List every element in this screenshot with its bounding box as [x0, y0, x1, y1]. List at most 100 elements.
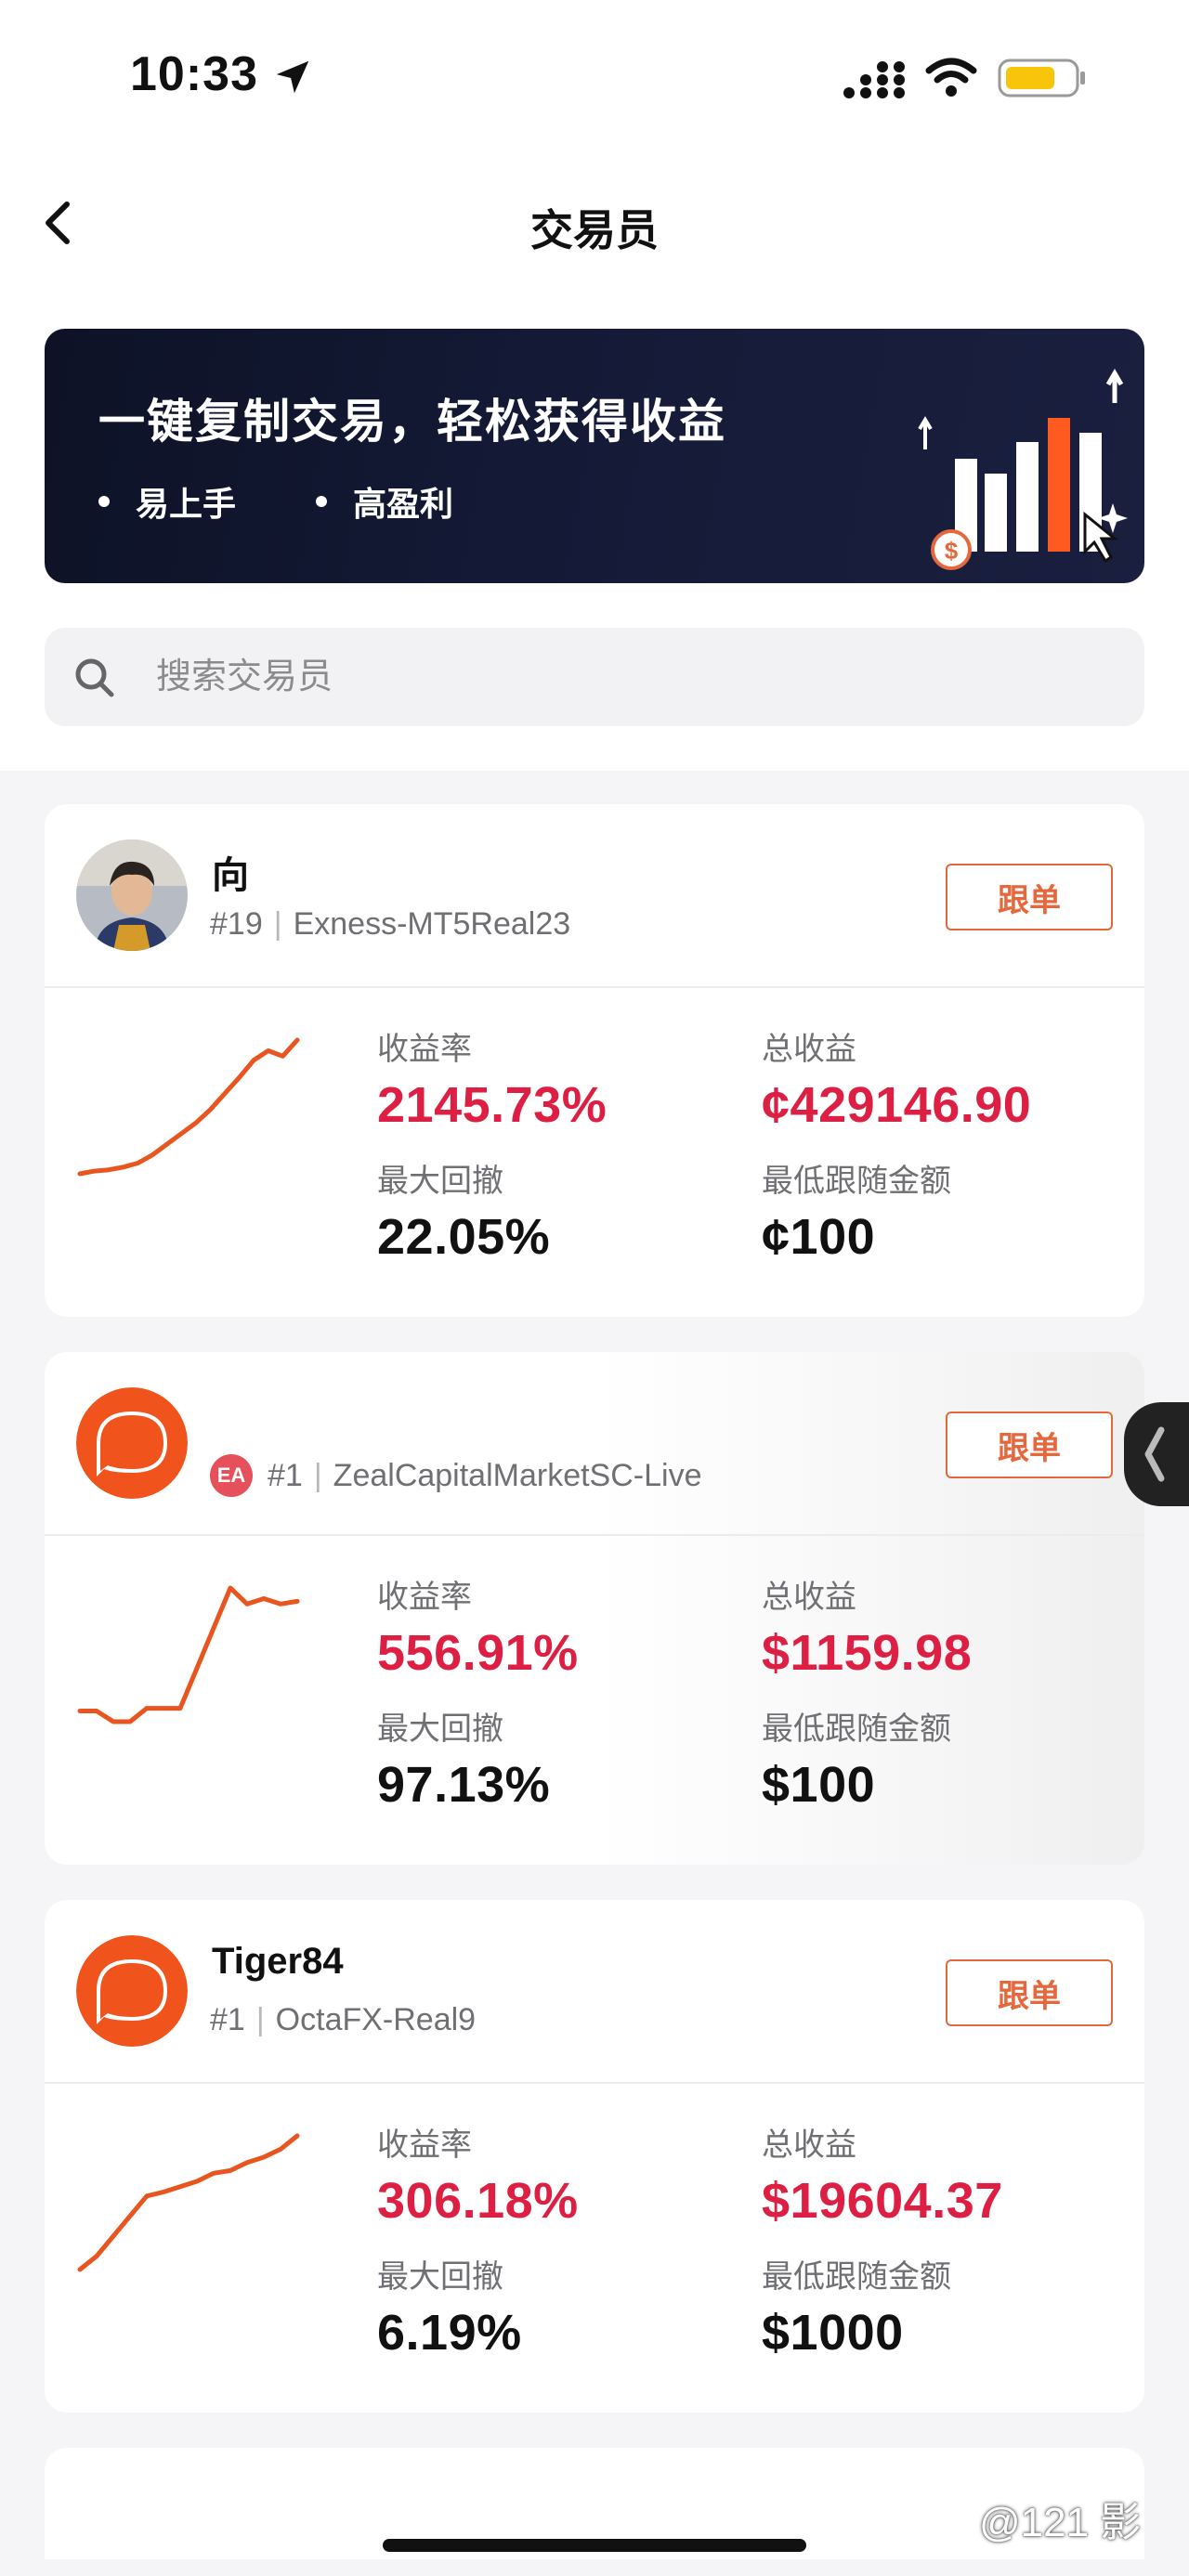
trader-card-header: 向 #19 | Exness-MT5Real23 跟单 — [45, 804, 1144, 986]
profit-sparkline — [77, 1585, 300, 1724]
stat-max-drawdown: 最大回撤 6.19% — [377, 2251, 522, 2361]
avatar — [76, 1387, 188, 1499]
stat-min-follow: 最低跟随金额 ¢100 — [762, 1155, 951, 1266]
follow-button[interactable]: 跟单 — [946, 864, 1113, 930]
stat-return-rate: 收益率 306.18% — [377, 2119, 579, 2230]
ea-badge: EA — [210, 1454, 253, 1497]
default-avatar-icon — [76, 1935, 188, 2047]
trader-meta: EA #1 | ZealCapitalMarketSC-Live — [210, 1454, 701, 1497]
stat-label: 最低跟随金额 — [762, 1164, 951, 1199]
floating-side-tab[interactable] — [1124, 1402, 1189, 1506]
min-follow-value: $1000 — [762, 2305, 904, 2361]
location-arrow-icon — [276, 60, 309, 94]
page-title: 交易员 — [530, 206, 659, 254]
trader-rank: #1 — [268, 1457, 303, 1493]
search-icon — [75, 658, 114, 697]
bullet-text: 高盈利 — [353, 485, 454, 523]
bullet-text: 易上手 — [136, 485, 237, 523]
trader-card-header: Tiger84 #1 | OctaFX-Real9 跟单 — [45, 1900, 1144, 2082]
max-drawdown-value: 22.05% — [377, 1209, 551, 1265]
bullet-dot — [316, 496, 327, 507]
trader-card[interactable]: EA #1 | ZealCapitalMarketSC-Live 跟单 收益率 … — [45, 1352, 1144, 1865]
max-drawdown-value: 97.13% — [377, 1757, 551, 1813]
battery-icon — [998, 59, 1085, 98]
bar-growth-illustration-icon: $ — [918, 369, 1128, 570]
stat-min-follow: 最低跟随金额 $1000 — [762, 2251, 951, 2361]
trader-meta: #19 | Exness-MT5Real23 — [210, 906, 570, 943]
min-follow-value: $100 — [762, 1757, 876, 1813]
total-profit-value: $1159.98 — [762, 1625, 973, 1681]
trader-meta: #1 | OctaFX-Real9 — [210, 2002, 476, 2038]
max-drawdown-value: 6.19% — [377, 2305, 522, 2361]
meta-separator: | — [273, 906, 282, 942]
meta-separator: | — [255, 2002, 265, 2037]
follow-button[interactable]: 跟单 — [946, 1959, 1113, 2026]
stat-total-profit: 总收益 $19604.37 — [762, 2119, 1003, 2230]
banner-title: 一键复制交易，轻松获得收益 — [98, 396, 726, 448]
stat-total-profit: 总收益 $1159.98 — [762, 1571, 972, 1682]
stat-label: 总收益 — [762, 1580, 856, 1615]
stat-label: 总收益 — [762, 1032, 856, 1067]
cellular-signal-icon — [843, 61, 905, 98]
stat-label: 收益率 — [377, 1580, 472, 1615]
status-bar: 10:33 — [0, 0, 1189, 158]
stat-return-rate: 收益率 2145.73% — [377, 1023, 607, 1134]
trader-server: OctaFX-Real9 — [275, 2002, 477, 2037]
trader-card-header: EA #1 | ZealCapitalMarketSC-Live 跟单 — [45, 1352, 1144, 1534]
stat-label: 收益率 — [377, 2127, 472, 2163]
search-bar[interactable] — [45, 628, 1144, 726]
trader-name: Tiger84 — [212, 1941, 344, 1982]
chevron-left-icon — [1144, 1426, 1165, 1482]
bullet-dot — [98, 496, 110, 507]
avatar — [76, 839, 188, 951]
stat-label: 最低跟随金额 — [762, 2259, 951, 2295]
return-rate-value: 306.18% — [377, 2173, 579, 2229]
stat-label: 最低跟随金额 — [762, 1711, 951, 1747]
sparkline-path — [77, 2133, 300, 2272]
banner-bullet: 易上手 — [98, 477, 316, 526]
stat-label: 收益率 — [377, 1032, 472, 1067]
user-photo-icon — [76, 839, 188, 951]
watermark-text: @121 影 — [979, 2500, 1142, 2545]
divider — [45, 2082, 1144, 2084]
divider — [45, 986, 1144, 988]
trader-card[interactable]: 向 #19 | Exness-MT5Real23 跟单 收益率 2145.73%… — [45, 804, 1144, 1317]
follow-button[interactable]: 跟单 — [946, 1412, 1113, 1478]
stat-return-rate: 收益率 556.91% — [377, 1571, 579, 1682]
stat-max-drawdown: 最大回撤 22.05% — [377, 1155, 550, 1266]
header: 交易员 — [0, 176, 1189, 269]
status-time: 10:33 — [130, 47, 258, 101]
total-profit-value: ¢429146.90 — [762, 1077, 1032, 1133]
stat-min-follow: 最低跟随金额 $100 — [762, 1703, 951, 1814]
sparkline-path — [77, 1585, 300, 1724]
default-avatar-icon — [76, 1387, 188, 1499]
meta-separator: | — [313, 1457, 322, 1493]
stat-label: 最大回撤 — [377, 1711, 503, 1747]
promo-banner[interactable]: 一键复制交易，轻松获得收益 易上手 高盈利 $ — [45, 329, 1144, 583]
banner-bullet: 高盈利 — [316, 477, 453, 526]
stat-label: 最大回撤 — [377, 1164, 503, 1199]
trader-name: 向 — [212, 855, 249, 896]
trader-server: ZealCapitalMarketSC-Live — [333, 1457, 702, 1493]
home-indicator — [383, 2539, 806, 2552]
return-rate-value: 556.91% — [377, 1625, 579, 1681]
trader-card[interactable]: Tiger84 #1 | OctaFX-Real9 跟单 收益率 306.18%… — [45, 1900, 1144, 2413]
wifi-icon — [925, 58, 977, 97]
stat-label: 最大回撤 — [377, 2259, 503, 2295]
svg-text:$: $ — [945, 537, 959, 565]
trader-server: Exness-MT5Real23 — [293, 906, 571, 942]
trader-rank: #1 — [210, 2002, 245, 2037]
banner-bullets: 易上手 高盈利 — [98, 477, 453, 526]
sparkline-path — [77, 1037, 300, 1177]
profit-sparkline — [77, 1037, 300, 1177]
profit-sparkline — [77, 2133, 300, 2272]
min-follow-value: ¢100 — [762, 1209, 876, 1265]
avatar — [76, 1935, 188, 2047]
return-rate-value: 2145.73% — [377, 1077, 608, 1133]
total-profit-value: $19604.37 — [762, 2173, 1003, 2229]
stat-label: 总收益 — [762, 2127, 856, 2163]
search-input[interactable] — [156, 628, 1104, 726]
divider — [45, 1534, 1144, 1536]
trader-rank: #19 — [210, 906, 263, 942]
stat-total-profit: 总收益 ¢429146.90 — [762, 1023, 1031, 1134]
